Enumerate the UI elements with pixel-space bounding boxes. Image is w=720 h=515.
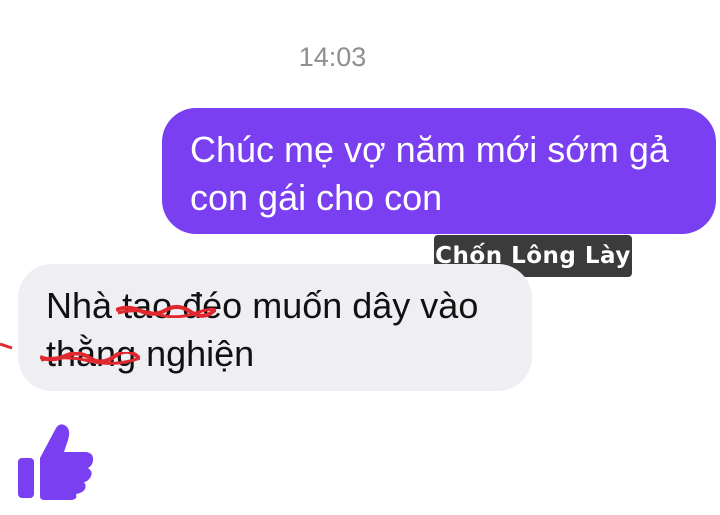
struck-text-2: thằng nghiện	[46, 333, 255, 374]
incoming-message-line-2: thằng nghiện	[40, 330, 522, 378]
struck-through-text-2: thằng nghiện	[40, 330, 255, 378]
outgoing-message-line-1: Chúc mẹ vợ năm mới sớm gả	[190, 129, 669, 170]
struck-text-1: tao đéo	[122, 285, 243, 326]
message-timestamp: 14:03	[298, 42, 367, 72]
incoming-message-line-1: Nhà tao đéo muốn dây vào	[46, 282, 522, 330]
red-scribble-fragment	[0, 342, 13, 350]
incoming-word: Nhà	[46, 285, 113, 326]
struck-through-text: tao đéo	[116, 282, 243, 330]
incoming-message-bubble[interactable]: Nhà tao đéo muốn dây vào thằng nghiện	[18, 264, 532, 391]
outgoing-message-line-2: con gái cho con	[190, 177, 443, 218]
thumbs-up-icon[interactable]	[16, 420, 96, 502]
incoming-text-rest: muốn dây vào	[252, 285, 479, 326]
outgoing-message-bubble[interactable]: Chúc mẹ vợ năm mới sớm gả con gái cho co…	[162, 108, 716, 234]
